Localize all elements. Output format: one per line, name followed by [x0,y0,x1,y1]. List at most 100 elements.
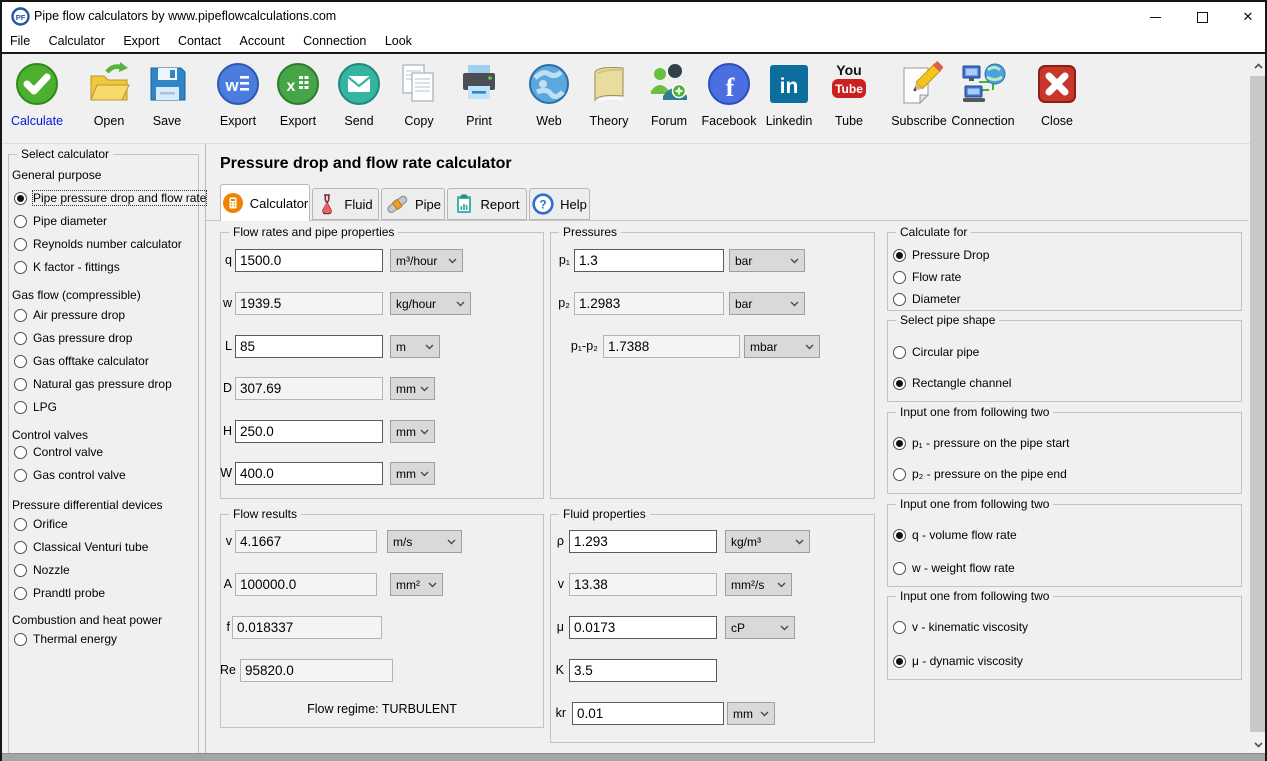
sidebar-item-classical-venturi[interactable]: Classical Venturi tube [14,539,148,555]
radio-dynamic-viscosity[interactable]: μ - dynamic viscosity [893,653,1023,669]
sidebar-item-natural-gas-pressure-drop[interactable]: Natural gas pressure drop [14,376,172,392]
sidebar-item-thermal-energy[interactable]: Thermal energy [14,631,117,647]
sidebar-item-reynolds-number[interactable]: Reynolds number calculator [14,236,182,252]
chevron-down-icon [428,582,437,588]
toolbar-button-save[interactable]: Save [133,60,201,128]
menu-item-look[interactable]: Look [378,31,419,51]
L-unit-select[interactable]: m [390,335,440,358]
chevron-down-icon [795,539,804,545]
tab-fluid[interactable]: Fluid [312,188,379,220]
toolbar-button-print[interactable]: Print [445,60,513,128]
L-input[interactable] [235,335,383,358]
radio-w-weight-flow[interactable]: w - weight flow rate [893,560,1015,576]
flow-results-group-title: Flow results [229,507,301,521]
menu-item-connection[interactable]: Connection [296,31,373,51]
toolbar-button-tube[interactable]: YouTube Tube [815,60,883,128]
toolbar-divider [2,143,1267,144]
kr-input[interactable] [572,702,724,725]
scrollbar-thumb[interactable] [1250,76,1267,732]
sidebar-item-pipe-pressure-drop[interactable]: Pipe pressure drop and flow rate [14,190,206,206]
A-unit-select[interactable]: mm² [390,573,443,596]
sidebar-splitter[interactable] [205,144,206,753]
sidebar-item-gas-pressure-drop[interactable]: Gas pressure drop [14,330,132,346]
kr-unit-select[interactable]: mm [727,702,775,725]
mu-input[interactable] [569,616,717,639]
K-input[interactable] [569,659,717,682]
q-unit-select[interactable]: m³/hour [390,249,463,272]
H-unit-select[interactable]: mm [390,420,435,443]
toolbar-button-close[interactable]: Close [1023,60,1091,128]
toolbar-button-web[interactable]: Web [515,60,583,128]
q-input[interactable] [235,249,383,272]
menu-item-account[interactable]: Account [232,31,291,51]
radio-icon [893,377,906,390]
tab-calculator[interactable]: Calculator [220,184,310,221]
rho-input[interactable] [569,530,717,553]
D-unit-select[interactable]: mm [390,377,435,400]
toolbar-button-facebook[interactable]: f Facebook [695,60,763,128]
radio-circular-pipe[interactable]: Circular pipe [893,344,979,360]
radio-pressure-drop[interactable]: Pressure Drop [893,247,989,263]
radio-diameter[interactable]: Diameter [893,291,961,307]
sidebar-item-orifice[interactable]: Orifice [14,516,68,532]
W-input[interactable] [235,462,383,485]
radio-label: q - volume flow rate [912,528,1017,542]
radio-kinematic-viscosity[interactable]: v - kinematic viscosity [893,619,1028,635]
sidebar-item-gas-offtake[interactable]: Gas offtake calculator [14,353,149,369]
sidebar-item-nozzle[interactable]: Nozzle [14,562,70,578]
tab-label: Help [560,197,587,212]
W-unit-select[interactable]: mm [390,462,435,485]
toolbar-button-calculate[interactable]: Calculate [3,60,71,128]
radio-icon [14,238,27,251]
sidebar-item-lpg[interactable]: LPG [14,399,57,415]
close-window-button[interactable]: ✕ [1229,2,1267,31]
minimize-button[interactable] [1136,2,1174,31]
nu-unit-select[interactable]: mm²/s [725,573,792,596]
H-input[interactable] [235,420,383,443]
tab-pipe[interactable]: Pipe [381,188,445,220]
sidebar-item-prandtl-probe[interactable]: Prandtl probe [14,585,105,601]
sidebar-item-pipe-diameter[interactable]: Pipe diameter [14,213,107,229]
tab-report[interactable]: Report [447,188,527,220]
toolbar-label: Tube [815,114,883,128]
rho-unit-select[interactable]: kg/m³ [725,530,810,553]
radio-q-volume-flow[interactable]: q - volume flow rate [893,527,1017,543]
toolbar-button-subscribe[interactable]: Subscribe [885,60,953,128]
f-input [232,616,382,639]
svg-text:You: You [836,62,861,78]
scroll-up-button[interactable] [1250,57,1267,74]
tab-help[interactable]: ? Help [529,188,590,220]
p1-p2-unit-select[interactable]: mbar [744,335,820,358]
radio-flow-rate[interactable]: Flow rate [893,269,961,285]
vertical-scrollbar[interactable] [1250,57,1267,753]
toolbar-button-connection[interactable]: Connection [949,60,1017,128]
sidebar-item-gas-control-valve[interactable]: Gas control valve [14,467,126,483]
menu-item-export[interactable]: Export [116,31,166,51]
radio-rectangle-channel[interactable]: Rectangle channel [893,375,1011,391]
radio-p2-pipe-end[interactable]: p₂ - pressure on the pipe end [893,466,1067,482]
scroll-down-button[interactable] [1250,736,1267,753]
sidebar-item-k-factor[interactable]: K factor - fittings [14,259,120,275]
menu-item-file[interactable]: File [2,31,37,51]
v-unit-select[interactable]: m/s [387,530,462,553]
toolbar-button-send[interactable]: Send [325,60,393,128]
mu-unit-select[interactable]: cP [725,616,795,639]
toolbar-button-copy[interactable]: Copy [385,60,453,128]
p1-unit-select[interactable]: bar [729,249,805,272]
menu-item-calculator[interactable]: Calculator [42,31,112,51]
p1-input[interactable] [574,249,724,272]
w-unit-select[interactable]: kg/hour [390,292,471,315]
toolbar-button-export-word[interactable]: w Export [204,60,272,128]
toolbar-button-linkedin[interactable]: in Linkedin [755,60,823,128]
W-label: W [218,466,232,480]
toolbar-button-export-excel[interactable]: x Export [264,60,332,128]
toolbar-button-forum[interactable]: Forum [635,60,703,128]
toolbar-button-theory[interactable]: Theory [575,60,643,128]
p2-unit-select[interactable]: bar [729,292,805,315]
sidebar-item-control-valve[interactable]: Control valve [14,444,103,460]
maximize-button[interactable] [1183,2,1221,31]
radio-p1-pipe-start[interactable]: p₁ - pressure on the pipe start [893,435,1069,451]
sidebar-item-air-pressure-drop[interactable]: Air pressure drop [14,307,125,323]
tab-label: Calculator [250,196,309,211]
menu-item-contact[interactable]: Contact [171,31,228,51]
